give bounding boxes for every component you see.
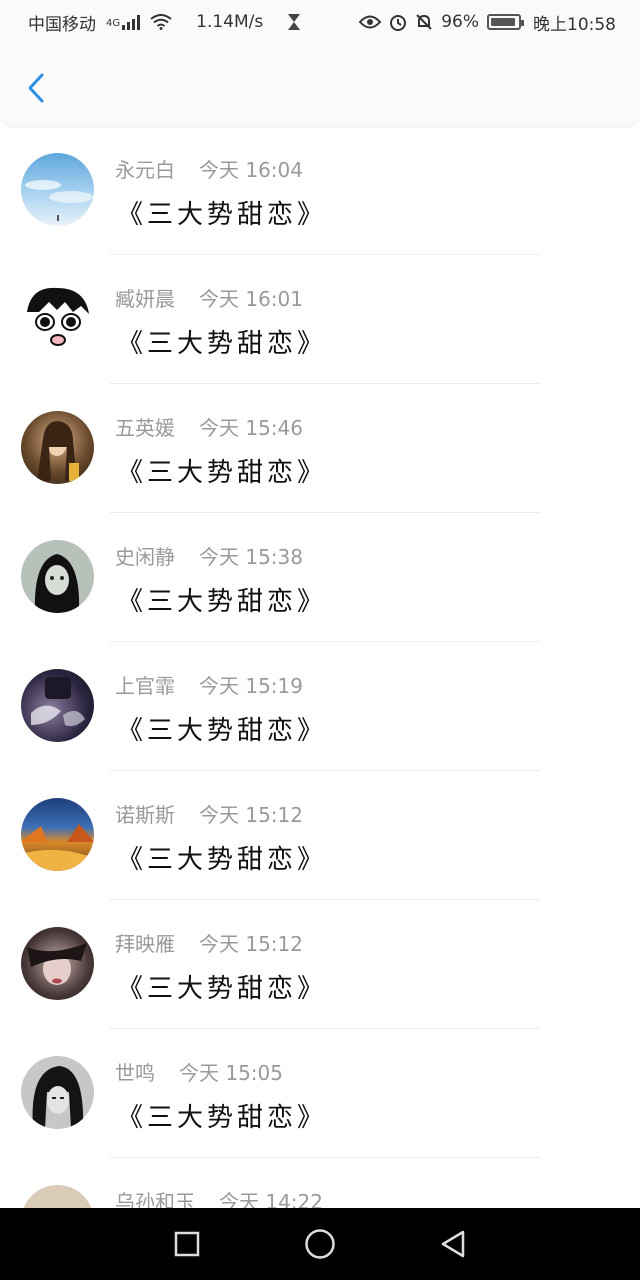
- alarm-icon: [390, 15, 407, 31]
- list-item[interactable]: 五英媛 今天 15:46 《三大势甜恋》: [0, 384, 640, 513]
- avatar: [21, 798, 94, 871]
- list-item[interactable]: 臧妍晨 今天 16:01 《三大势甜恋》: [0, 255, 640, 384]
- carrier-label: 中国移动: [28, 14, 96, 35]
- item-meta: 臧妍晨 今天 16:01: [115, 283, 303, 312]
- recent-apps-icon: [174, 1231, 199, 1257]
- avatar: [21, 1185, 94, 1208]
- timestamp: 今天 15:46: [199, 416, 303, 440]
- timestamp: 今天 15:19: [199, 674, 303, 698]
- user-name: 世鸣: [115, 1061, 155, 1085]
- timestamp: 今天 15:12: [199, 803, 303, 827]
- user-name: 上官霏: [115, 674, 175, 698]
- user-name: 五英媛: [115, 416, 175, 440]
- list-item[interactable]: 诺斯斯 今天 15:12 《三大势甜恋》: [0, 771, 640, 900]
- item-title: 《三大势甜恋》: [117, 458, 328, 488]
- user-name: 史闲静: [115, 545, 175, 569]
- battery-percent: 96%: [441, 12, 479, 32]
- avatar: [21, 540, 94, 613]
- timestamp: 今天 14:22: [219, 1190, 323, 1208]
- item-title: 《三大势甜恋》: [117, 200, 328, 230]
- network-speed: 1.14M/s: [196, 12, 264, 32]
- home-icon: [305, 1229, 335, 1259]
- list-item[interactable]: 上官霏 今天 15:19 《三大势甜恋》: [0, 642, 640, 771]
- timestamp: 今天 15:12: [199, 932, 303, 956]
- item-title: 《三大势甜恋》: [117, 845, 328, 875]
- back-chevron-icon: [28, 73, 44, 103]
- item-meta: 上官霏 今天 15:19: [115, 670, 303, 699]
- back-triangle-icon: [442, 1230, 465, 1258]
- network-type: 4G: [106, 17, 121, 29]
- item-title: 《三大势甜恋》: [117, 974, 328, 1004]
- item-meta: 史闲静 今天 15:38: [115, 541, 303, 570]
- mute-bell-icon: [416, 14, 432, 30]
- user-name: 永元白: [115, 158, 175, 182]
- item-meta: 五英媛 今天 15:46: [115, 412, 303, 441]
- system-back-button[interactable]: [433, 1224, 473, 1264]
- timestamp: 今天 16:01: [199, 287, 303, 311]
- user-list: 永元白 今天 16:04 《三大势甜恋》 臧妍晨 今天 16:01 《三大势甜恋…: [0, 126, 640, 1208]
- avatar: [21, 411, 94, 484]
- item-title: 《三大势甜恋》: [117, 329, 328, 359]
- timestamp: 今天 15:38: [199, 545, 303, 569]
- list-item[interactable]: 史闲静 今天 15:38 《三大势甜恋》: [0, 513, 640, 642]
- home-button[interactable]: [300, 1224, 340, 1264]
- system-navigation-bar: [0, 1208, 640, 1280]
- item-meta: 永元白 今天 16:04: [115, 154, 303, 183]
- signal-icon: [122, 14, 141, 30]
- item-meta: 拜映雁 今天 15:12: [115, 928, 303, 957]
- item-meta: 诺斯斯 今天 15:12: [115, 799, 303, 828]
- status-right: 96% 晚上10:58: [359, 10, 616, 35]
- clock-time: 晚上10:58: [533, 14, 616, 35]
- user-name: 臧妍晨: [115, 287, 175, 311]
- top-navigation-bar: [0, 44, 640, 126]
- list-item[interactable]: 世鸣 今天 15:05 《三大势甜恋》: [0, 1029, 640, 1158]
- recent-apps-button[interactable]: [167, 1224, 207, 1264]
- user-name: 拜映雁: [115, 932, 175, 956]
- item-title: 《三大势甜恋》: [117, 1103, 328, 1133]
- timestamp: 今天 15:05: [179, 1061, 283, 1085]
- battery-icon: [487, 14, 524, 30]
- eye-icon: [359, 15, 382, 29]
- back-button[interactable]: [20, 70, 52, 106]
- item-title: 《三大势甜恋》: [117, 716, 328, 746]
- list-item[interactable]: 永元白 今天 16:04 《三大势甜恋》: [0, 126, 640, 255]
- item-title: 《三大势甜恋》: [117, 587, 328, 617]
- status-left: 中国移动 4G 1.14M/s: [28, 10, 301, 35]
- avatar: [21, 1056, 94, 1129]
- item-meta: 乌孙和玉 今天 14:22: [115, 1186, 323, 1208]
- item-meta: 世鸣 今天 15:05: [115, 1057, 283, 1086]
- wifi-icon: [150, 14, 172, 30]
- status-bar: 中国移动 4G 1.14M/s 96% 晚上10:58: [0, 0, 640, 44]
- avatar: [21, 669, 94, 742]
- avatar: [21, 153, 94, 226]
- list-item[interactable]: 拜映雁 今天 15:12 《三大势甜恋》: [0, 900, 640, 1029]
- timestamp: 今天 16:04: [199, 158, 303, 182]
- avatar: [21, 282, 94, 355]
- hourglass-icon: [288, 14, 301, 30]
- user-name: 诺斯斯: [115, 803, 175, 827]
- list-item[interactable]: 乌孙和玉 今天 14:22: [0, 1158, 640, 1208]
- avatar: [21, 927, 94, 1000]
- user-name: 乌孙和玉: [115, 1190, 195, 1208]
